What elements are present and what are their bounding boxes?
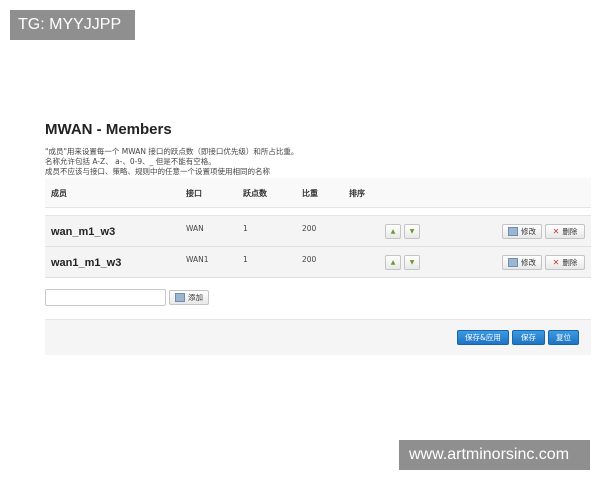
header-metric: 跃点数 — [243, 189, 267, 198]
header-interface: 接口 — [186, 189, 202, 198]
arrow-down-icon: ▼ — [409, 228, 415, 235]
add-label: 添加 — [188, 293, 203, 302]
delete-icon: ✕ — [552, 227, 560, 236]
delete-icon: ✕ — [552, 258, 560, 267]
new-member-input[interactable] — [45, 289, 166, 306]
edit-label: 修改 — [521, 258, 536, 267]
edit-icon — [508, 227, 518, 236]
page-description: "成员"用来设置每一个 MWAN 接口的跃点数（即接口优先级）和所占比重。 名称… — [45, 147, 298, 177]
header-weight: 比重 — [302, 189, 318, 198]
edit-button[interactable]: 修改 — [502, 255, 542, 270]
table-spacer — [45, 208, 591, 216]
table-header: 成员 接口 跃点数 比重 排序 — [45, 178, 591, 208]
reset-button[interactable]: 复位 — [548, 330, 579, 345]
move-down-button[interactable]: ▼ — [404, 224, 420, 239]
member-metric: 1 — [243, 255, 248, 264]
arrow-down-icon: ▼ — [409, 259, 415, 266]
arrow-up-icon: ▲ — [390, 228, 396, 235]
member-metric: 1 — [243, 224, 248, 233]
table-row: wan1_m1_w3 WAN1 1 200 ▲ ▼ 修改 ✕ 删除 — [45, 247, 591, 278]
header-member: 成员 — [51, 189, 67, 198]
table-row: wan_m1_w3 WAN 1 200 ▲ ▼ 修改 ✕ 删除 — [45, 216, 591, 247]
member-interface: WAN1 — [186, 255, 209, 264]
watermark-bottom-right: www.artminorsinc.com — [399, 440, 590, 470]
move-up-button[interactable]: ▲ — [385, 255, 401, 270]
description-line: 名称允许包括 A-Z、 a-、0-9、_ 但是不能有空格。 — [45, 157, 216, 166]
delete-label: 删除 — [562, 258, 578, 267]
members-table: 成员 接口 跃点数 比重 排序 wan_m1_w3 WAN 1 200 ▲ ▼ … — [45, 178, 591, 278]
add-button[interactable]: 添加 — [169, 290, 209, 305]
page-title: MWAN - Members — [45, 121, 172, 138]
action-bar — [45, 319, 591, 355]
delete-button[interactable]: ✕ 删除 — [545, 255, 585, 270]
save-button[interactable]: 保存 — [512, 330, 545, 345]
description-line: 成员不应该与接口、策略、规则中的任意一个设置项使用相同的名称 — [45, 167, 270, 176]
member-name: wan1_m1_w3 — [51, 257, 122, 269]
header-sort: 排序 — [349, 189, 365, 198]
member-name: wan_m1_w3 — [51, 226, 116, 238]
member-weight: 200 — [302, 255, 317, 264]
arrow-up-icon: ▲ — [390, 259, 396, 266]
description-line: "成员"用来设置每一个 MWAN 接口的跃点数（即接口优先级）和所占比重。 — [45, 147, 299, 156]
move-up-button[interactable]: ▲ — [385, 224, 401, 239]
move-down-button[interactable]: ▼ — [404, 255, 420, 270]
delete-button[interactable]: ✕ 删除 — [545, 224, 585, 239]
edit-icon — [508, 258, 518, 267]
member-interface: WAN — [186, 224, 204, 233]
member-weight: 200 — [302, 224, 317, 233]
watermark-top-left: TG: MYYJJPP — [10, 10, 135, 40]
delete-label: 删除 — [562, 227, 578, 236]
edit-button[interactable]: 修改 — [502, 224, 542, 239]
edit-label: 修改 — [521, 227, 536, 236]
add-icon — [175, 293, 185, 302]
save-apply-button[interactable]: 保存&应用 — [457, 330, 509, 345]
